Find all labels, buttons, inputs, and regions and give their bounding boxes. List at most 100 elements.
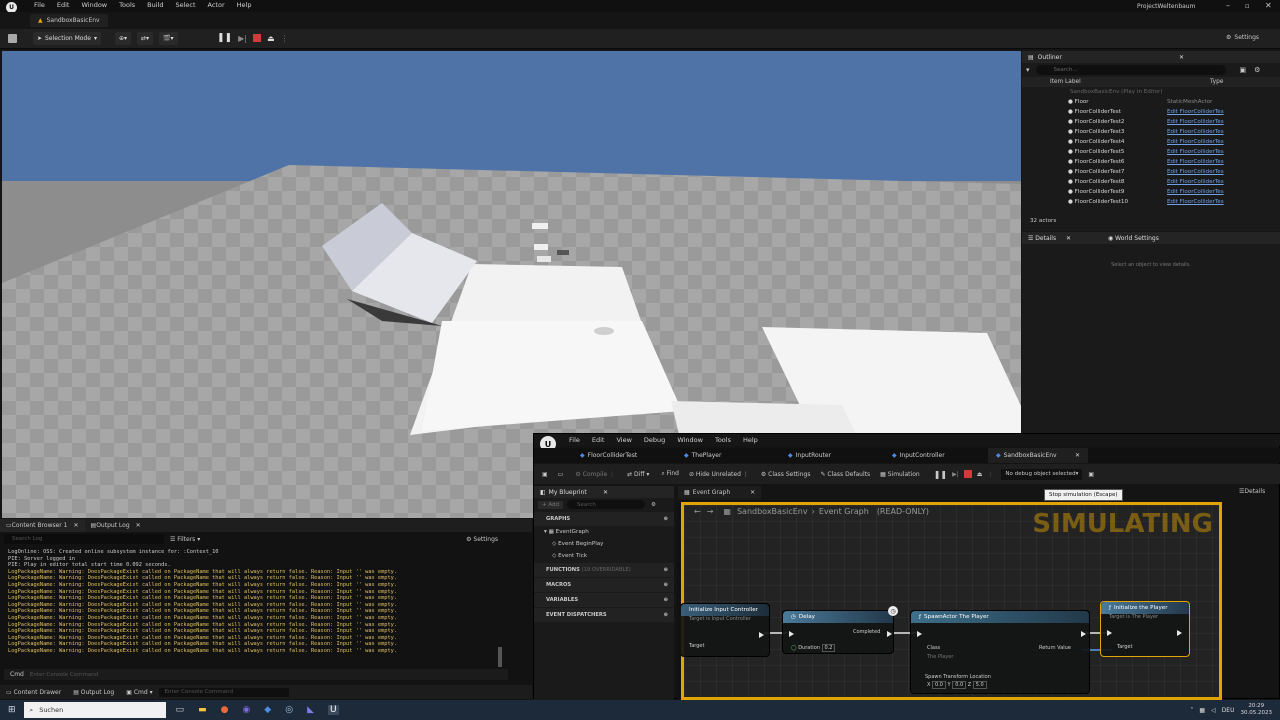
outliner-item-type[interactable]: Edit FloorColliderTes	[1167, 199, 1224, 205]
bp-tab-floorcollidertest[interactable]: ◆ FloorColliderTest	[572, 448, 672, 463]
spawn-x[interactable]: 0.0	[932, 681, 946, 689]
gear-icon[interactable]: ⚙	[651, 502, 656, 508]
outliner-item-type[interactable]: Edit FloorColliderTes	[1167, 129, 1224, 135]
close-icon[interactable]: ✕	[1066, 235, 1071, 242]
outliner-row[interactable]: ● FloorColliderTest2 Edit FloorColliderTe…	[1022, 117, 1280, 127]
close-icon[interactable]: ✕	[1179, 54, 1184, 61]
eject-icon[interactable]: ⏏	[267, 34, 275, 43]
level-tab[interactable]: ▲ SandboxBasicEnv	[30, 14, 108, 27]
outliner-row[interactable]: ● FloorColliderTest9 Edit FloorColliderTe…	[1022, 187, 1280, 197]
node-init-input-controller[interactable]: Initialize Input Controller Target is In…	[680, 603, 770, 657]
step-icon[interactable]: ▶|	[952, 471, 959, 478]
node-initialize-player[interactable]: ƒ Initialize the Player Target is The Pla…	[1100, 601, 1190, 657]
outliner-row[interactable]: ● FloorColliderTest10 Edit FloorColliderT…	[1022, 197, 1280, 207]
debug-object-select[interactable]: No debug object selected ▾	[1001, 468, 1083, 480]
stop-icon[interactable]	[252, 34, 261, 42]
bp-search-input[interactable]: Search	[567, 500, 646, 509]
debug-icon[interactable]: ▣	[1088, 471, 1094, 478]
outliner-item-type[interactable]: Edit FloorColliderTes	[1167, 189, 1224, 195]
cmd-selector[interactable]: Cmd	[4, 671, 30, 678]
minimize-icon[interactable]: –	[1226, 1, 1230, 10]
log-search-input[interactable]: Search Log	[4, 534, 164, 544]
outliner-row[interactable]: ● FloorColliderTest6 Edit FloorColliderTe…	[1022, 157, 1280, 167]
outliner-item-type[interactable]: StaticMeshActor	[1167, 99, 1212, 105]
bp-tab-inputrouter[interactable]: ◆ InputRouter	[780, 448, 880, 463]
class-defaults-button[interactable]: ✎ Class Defaults	[820, 471, 870, 478]
outliner-row[interactable]: ● FloorColliderTest4 Edit FloorColliderTe…	[1022, 137, 1280, 147]
log-settings-button[interactable]: ⚙ Settings	[466, 536, 498, 543]
compile-button[interactable]: ⚙ Compile ⋮	[575, 471, 615, 478]
filters-button[interactable]: ☰ Filters ▾	[170, 536, 200, 543]
outliner-row[interactable]: ● FloorColliderTest Edit FloorColliderTes	[1022, 107, 1280, 117]
section-functions[interactable]: FUNCTIONS (19 OVERRIDABLE) ⊕	[534, 563, 674, 577]
outliner-item-type[interactable]: Edit FloorColliderTes	[1167, 169, 1224, 175]
discord-icon[interactable]: ◉	[242, 705, 250, 715]
my-blueprint-tab[interactable]: ◧ My Blueprint ✕	[534, 486, 674, 498]
bp-menu-view[interactable]: View	[616, 436, 631, 444]
bp-tab-theplayer[interactable]: ◆ ThePlayer	[676, 448, 776, 463]
teams-icon[interactable]: ◆	[264, 705, 271, 715]
cmd-button[interactable]: ▣ Cmd ▾	[120, 689, 158, 696]
outliner-row[interactable]: ● FloorColliderTest8 Edit FloorColliderTe…	[1022, 177, 1280, 187]
console-input[interactable]: Enter Console Command	[30, 672, 98, 678]
pause-icon[interactable]: ❚❚	[217, 33, 232, 43]
hide-unrelated-button[interactable]: ⊘ Hide Unrelated ⋮	[689, 471, 749, 478]
add-folder-icon[interactable]: ▣	[1240, 66, 1247, 74]
log-scrollbar[interactable]	[498, 647, 502, 667]
bp-menu-window[interactable]: Window	[677, 436, 703, 444]
close-icon[interactable]: ✕	[136, 522, 141, 529]
menu-edit[interactable]: Edit	[57, 1, 70, 9]
outliner-item-type[interactable]: Edit FloorColliderTes	[1167, 149, 1224, 155]
exec-in-pin[interactable]	[917, 631, 922, 637]
steam-icon[interactable]: ◎	[285, 705, 293, 715]
class-settings-button[interactable]: ⚙ Class Settings	[761, 471, 811, 478]
bp-menu-file[interactable]: File	[569, 436, 580, 444]
outliner-item-type[interactable]: Edit FloorColliderTes	[1167, 139, 1224, 145]
event-graph-tab[interactable]: ▦ Event Graph ✕	[678, 486, 762, 499]
save-icon[interactable]	[8, 34, 17, 43]
bp-details-tab[interactable]: ☰ Details	[1239, 488, 1265, 495]
bottom-console-input[interactable]: Enter Console Command	[158, 687, 289, 697]
class-value[interactable]: The Player	[927, 654, 953, 660]
unreal-taskbar-icon[interactable]: U	[328, 705, 339, 715]
settings-button[interactable]: ⚙ Settings	[1226, 34, 1259, 41]
add-icon[interactable]: ⊕	[664, 516, 668, 522]
more-options-icon[interactable]: ⋮	[281, 34, 289, 43]
bp-tab-sandboxbasicenv[interactable]: ◆ SandboxBasicEnv ✕	[988, 448, 1088, 463]
taskbar-search[interactable]: ⌕ Suchen	[23, 702, 166, 718]
menu-file[interactable]: File	[34, 1, 45, 9]
file-explorer-icon[interactable]: ▬	[198, 705, 207, 715]
content-browser-tab[interactable]: ▭ Content Browser 1 ✕	[0, 519, 85, 532]
output-log-button[interactable]: ▤ Output Log	[67, 689, 120, 696]
outliner-row[interactable]: ● Floor StaticMeshActor	[1022, 97, 1280, 107]
more-options-icon[interactable]: ⋮	[987, 471, 993, 478]
world-settings-tab[interactable]: ◉ World Settings	[1108, 235, 1159, 242]
language-indicator[interactable]: DEU	[1222, 707, 1235, 714]
step-icon[interactable]: ▶|	[238, 34, 247, 43]
find-button[interactable]: ⌕ Find	[661, 470, 679, 478]
maximize-icon[interactable]: ▫	[1245, 2, 1250, 10]
outliner-item-type[interactable]: Edit FloorColliderTes	[1167, 119, 1224, 125]
add-icon[interactable]: ⊕	[664, 567, 668, 573]
firefox-icon[interactable]: ●	[221, 705, 229, 715]
tray-chevron-icon[interactable]: ˄	[1190, 707, 1193, 714]
node-delay[interactable]: ◷ Delay Completed ◯ Duration 0.2	[782, 610, 894, 654]
outliner-item-type[interactable]: Edit FloorColliderTes	[1167, 159, 1224, 165]
exec-out-pin[interactable]	[1177, 630, 1182, 636]
exec-out-pin[interactable]	[887, 631, 892, 637]
bp-menu-tools[interactable]: Tools	[715, 436, 731, 444]
task-view-icon[interactable]: ▭	[176, 705, 185, 715]
cinematics-button[interactable]: 🎬▾	[159, 32, 178, 45]
clock[interactable]: 20:29 30.05.2023	[1241, 703, 1273, 717]
add-icon[interactable]: ⊕	[664, 597, 668, 603]
outliner-row[interactable]: ● FloorColliderTest7 Edit FloorColliderTe…	[1022, 167, 1280, 177]
selection-mode-button[interactable]: ➤ Selection Mode ▾	[33, 32, 101, 45]
section-variables[interactable]: VARIABLES ⊕	[534, 593, 674, 607]
duration-value[interactable]: 0.2	[821, 644, 836, 652]
exec-out-pin[interactable]	[1081, 631, 1086, 637]
blueprint-button[interactable]: ⇄▾	[137, 32, 154, 45]
col-type[interactable]: Type	[1210, 79, 1223, 85]
bp-menu-debug[interactable]: Debug	[644, 436, 665, 444]
bp-tab-inputcontroller[interactable]: ◆ InputController	[884, 448, 984, 463]
close-icon[interactable]: ✕	[73, 522, 78, 529]
